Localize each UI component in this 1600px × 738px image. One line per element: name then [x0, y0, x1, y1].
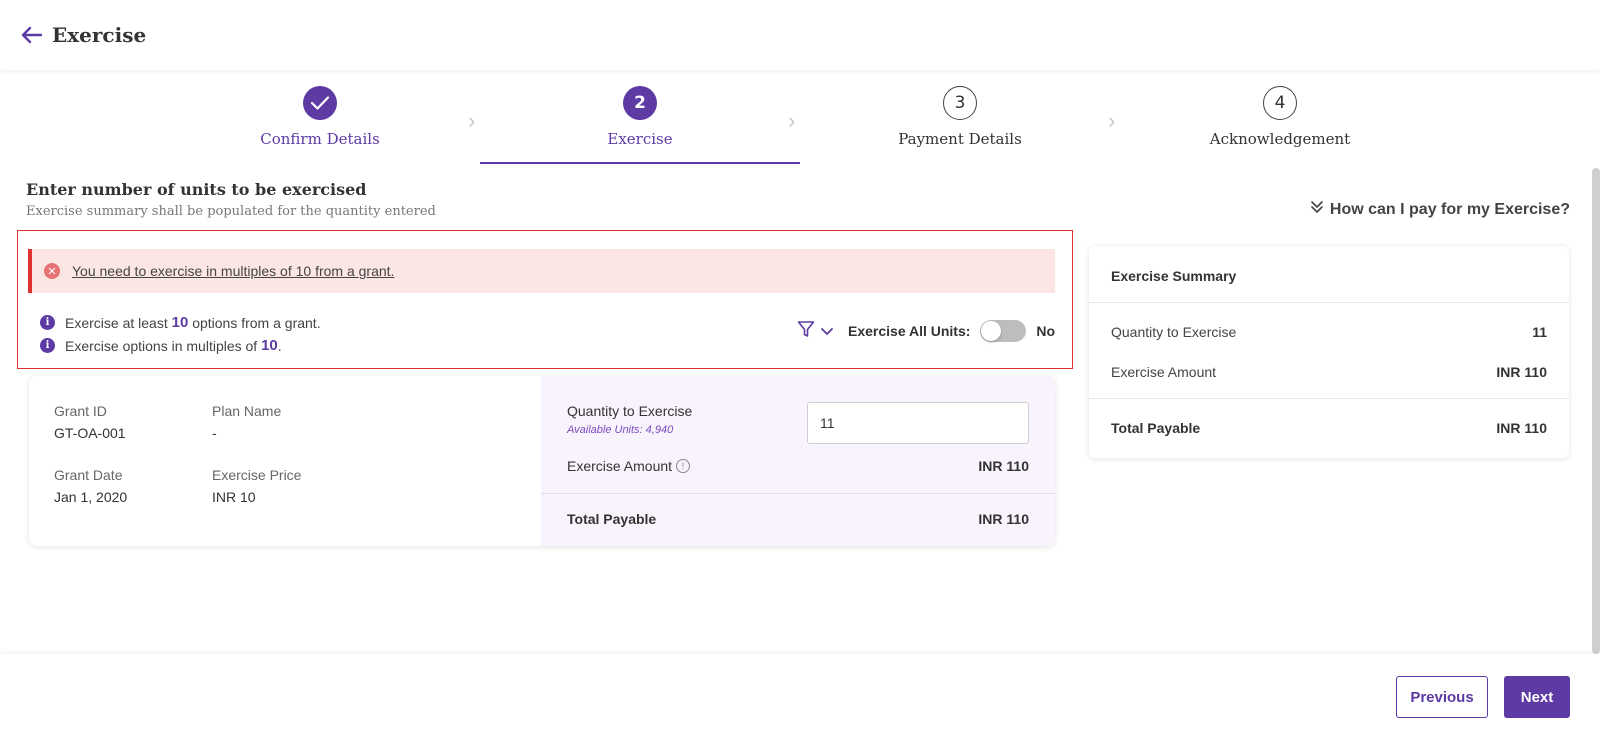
- back-arrow-icon[interactable]: [20, 23, 44, 47]
- toggle-knob: [981, 321, 1002, 341]
- grant-details: Grant ID GT-OA-001 Plan Name - Grant Dat…: [29, 376, 541, 546]
- summary-amount-value: INR 110: [1496, 364, 1547, 380]
- rule-number: 10: [171, 314, 189, 331]
- section-subtitle: Exercise summary shall be populated for …: [26, 204, 436, 219]
- grant-exercise-panel: Quantity to Exercise Available Units: 4,…: [541, 376, 1055, 546]
- exercise-summary-card: Exercise Summary Quantity to Exercise 11…: [1089, 246, 1569, 458]
- chevron-right-icon: ›: [468, 108, 476, 133]
- rule-number: 10: [261, 337, 278, 354]
- step-label: Confirm Details: [260, 130, 380, 148]
- filter-dropdown[interactable]: [797, 320, 833, 343]
- total-payable-label: Total Payable: [567, 511, 657, 527]
- footer-bar: Previous Next: [0, 654, 1600, 738]
- rule-multiples: i Exercise options in multiples of 10.: [40, 334, 321, 357]
- exercise-all-label: Exercise All Units:: [848, 323, 971, 339]
- divider: [541, 493, 1055, 494]
- rule-text: Exercise options in multiples of: [65, 337, 258, 354]
- total-payable-value: INR 110: [978, 511, 1029, 527]
- rule-text: Exercise at least: [65, 314, 168, 331]
- error-icon: ✕: [44, 263, 60, 279]
- exercise-all-value: No: [1036, 323, 1056, 339]
- info-icon: i: [40, 315, 55, 330]
- exercise-all-toggle[interactable]: [980, 320, 1027, 342]
- step-number: 4: [1263, 86, 1297, 120]
- quantity-label: Quantity to Exercise: [567, 403, 693, 419]
- grant-date-value: Jan 1, 2020: [54, 489, 128, 505]
- exercise-amount-value: INR 110: [978, 458, 1029, 474]
- check-icon: [303, 86, 337, 120]
- chevron-right-icon: ›: [788, 108, 796, 133]
- rule-text: .: [277, 337, 282, 354]
- grant-id-field: Grant ID GT-OA-001: [54, 403, 126, 441]
- step-label: Exercise: [607, 130, 673, 148]
- available-units: Available Units: 4,940: [567, 424, 674, 436]
- exercise-price-field: Exercise Price INR 10: [212, 467, 301, 505]
- section-title: Enter number of units to be exercised: [26, 180, 367, 199]
- step-label: Payment Details: [898, 130, 1022, 148]
- step-acknowledgement[interactable]: 4 Acknowledgement: [1120, 86, 1440, 164]
- step-exercise[interactable]: 2 Exercise: [480, 86, 800, 164]
- exercise-all-units: Exercise All Units: No: [848, 320, 1055, 342]
- error-alert-text[interactable]: You need to exercise in multiples of 10 …: [72, 263, 394, 279]
- previous-button[interactable]: Previous: [1396, 676, 1488, 718]
- rule-minimum: i Exercise at least 10 options from a gr…: [40, 311, 321, 334]
- summary-total-label: Total Payable: [1111, 420, 1201, 436]
- summary-total-value: INR 110: [1496, 420, 1547, 436]
- grant-id-label: Grant ID: [54, 403, 107, 419]
- error-alert: ✕ You need to exercise in multiples of 1…: [28, 249, 1055, 293]
- exercise-amount-label: Exercise Amount: [567, 458, 673, 474]
- rule-text: options from a grant.: [192, 314, 321, 331]
- step-label: Acknowledgement: [1209, 130, 1351, 148]
- exercise-amount-label-wrap: Exercise Amount !: [567, 458, 691, 474]
- exercise-rules: i Exercise at least 10 options from a gr…: [40, 311, 321, 357]
- divider: [1089, 398, 1569, 399]
- scrollbar[interactable]: [1592, 168, 1600, 654]
- active-step-indicator: [480, 162, 800, 164]
- info-icon: i: [40, 338, 55, 353]
- plan-name-field: Plan Name -: [212, 403, 281, 441]
- page-title: Exercise: [52, 23, 147, 47]
- summary-amount-label: Exercise Amount: [1111, 364, 1217, 380]
- payment-help-text: How can I pay for my Exercise?: [1329, 200, 1570, 218]
- divider: [1089, 302, 1569, 303]
- grant-card: Grant ID GT-OA-001 Plan Name - Grant Dat…: [29, 376, 1055, 546]
- step-payment-details[interactable]: 3 Payment Details: [800, 86, 1120, 164]
- page-header: Exercise: [0, 0, 1600, 70]
- summary-title: Exercise Summary: [1111, 268, 1237, 284]
- step-number: 2: [623, 86, 657, 120]
- plan-name-label: Plan Name: [212, 403, 282, 419]
- step-number: 3: [943, 86, 977, 120]
- payment-help-link[interactable]: How can I pay for my Exercise?: [1310, 200, 1570, 219]
- info-icon[interactable]: !: [676, 459, 691, 473]
- double-chevron-down-icon: [1310, 200, 1324, 219]
- grant-id-value: GT-OA-001: [54, 425, 126, 441]
- plan-name-value: -: [212, 425, 217, 441]
- progress-stepper: Confirm Details › 2 Exercise › 3 Payment…: [160, 86, 1440, 164]
- summary-quantity-label: Quantity to Exercise: [1111, 324, 1237, 340]
- filter-icon: [797, 320, 815, 343]
- step-confirm-details[interactable]: Confirm Details: [160, 86, 480, 164]
- exercise-price-value: INR 10: [212, 489, 256, 505]
- next-button[interactable]: Next: [1504, 676, 1570, 718]
- grant-date-label: Grant Date: [54, 467, 123, 483]
- grant-date-field: Grant Date Jan 1, 2020: [54, 467, 127, 505]
- chevron-down-icon: [821, 323, 833, 341]
- quantity-input[interactable]: [807, 402, 1029, 444]
- summary-quantity-value: 11: [1532, 324, 1547, 340]
- exercise-price-label: Exercise Price: [212, 467, 302, 483]
- chevron-right-icon: ›: [1108, 108, 1116, 133]
